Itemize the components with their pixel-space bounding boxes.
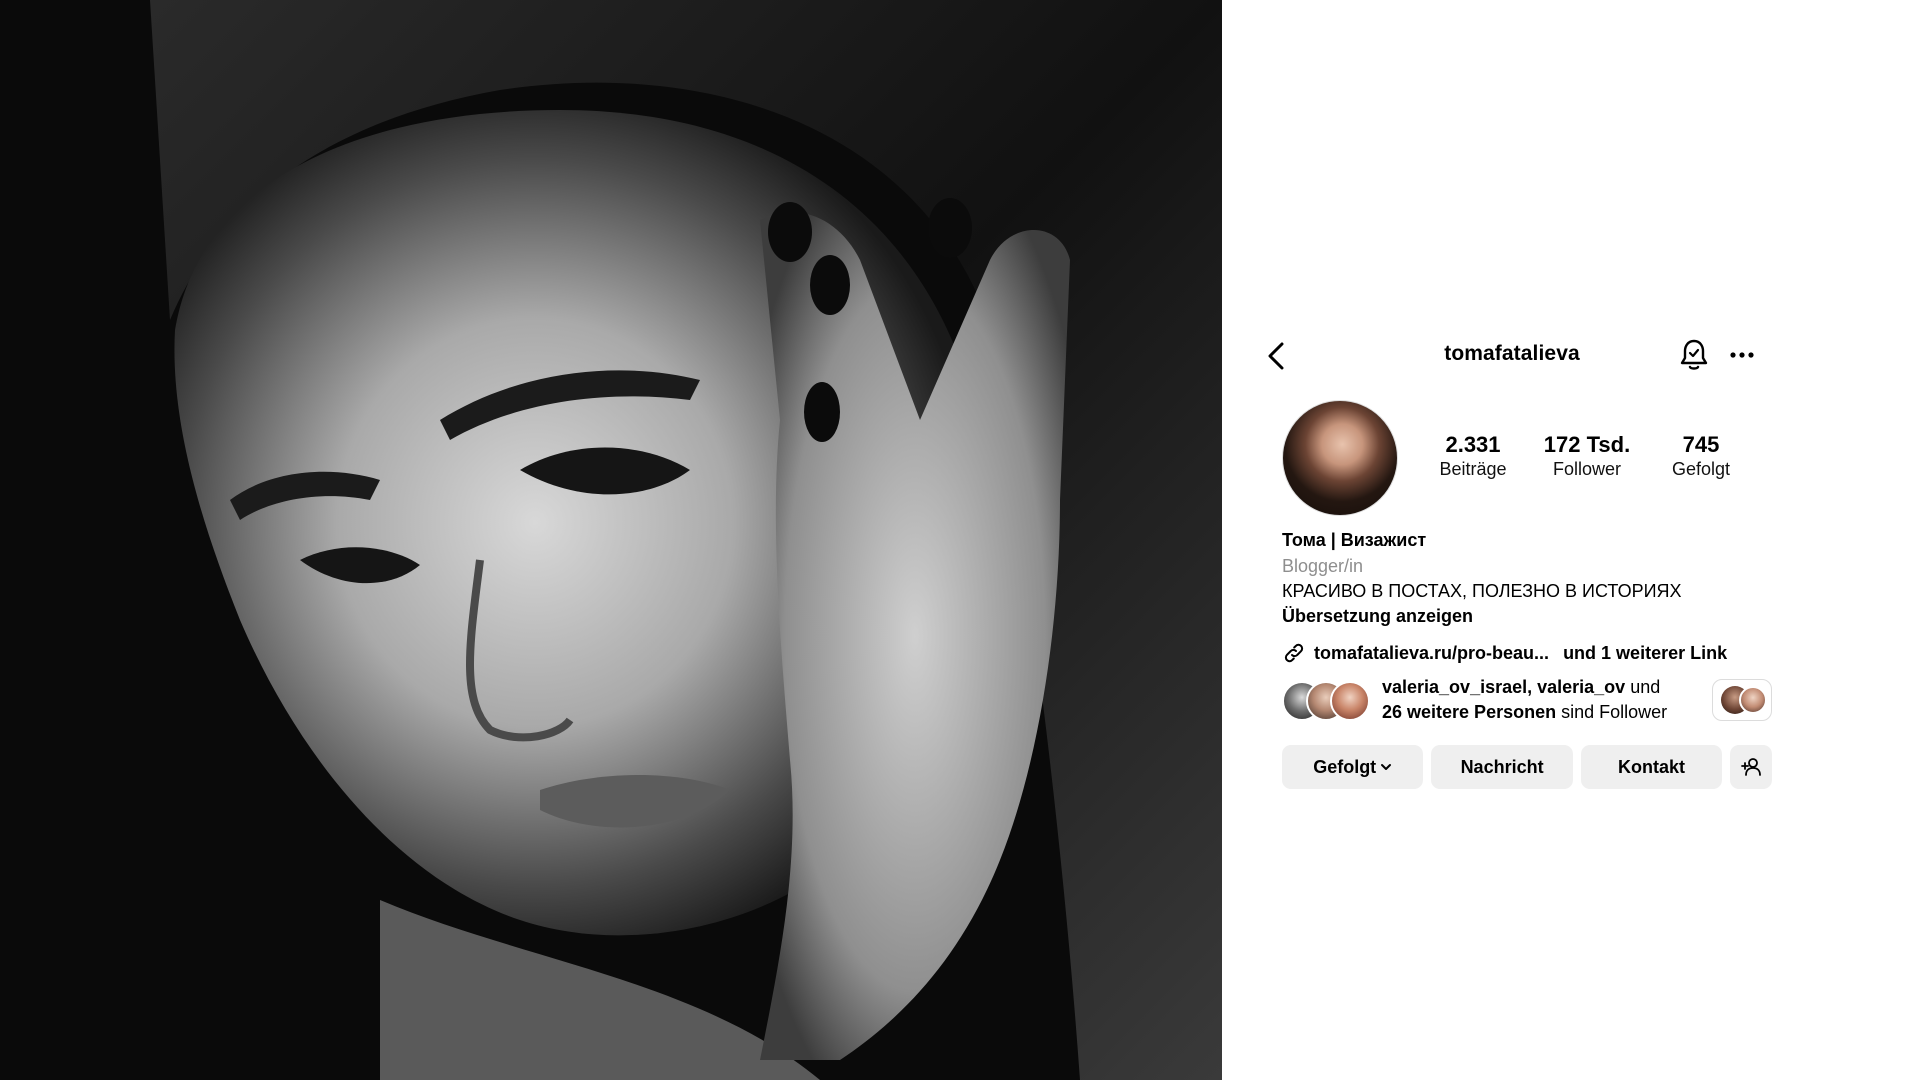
suggested-avatar (1739, 686, 1767, 714)
bio-text: КРАСИВО В ПОСТАХ, ПОЛЕЗНО В ИСТОРИЯХ (1282, 581, 1682, 601)
link-icon (1284, 643, 1304, 663)
followed-by[interactable]: valeria_ov_israel, valeria_ov und 26 wei… (1282, 675, 1782, 725)
profile-stats: 2.331 Beiträge 172 Tsd. Follower 745 Gef… (1434, 432, 1740, 486)
following-button[interactable]: Gefolgt (1282, 745, 1424, 789)
profile-bio: Тома | Визажист Blogger/in КРАСИВО В ПОС… (1282, 528, 1842, 629)
stat-following[interactable]: 745 Gefolgt (1662, 432, 1740, 486)
bio-name: Тома | Визажист (1282, 530, 1427, 550)
following-label: Gefolgt (1313, 756, 1377, 777)
stat-value: 2.331 (1445, 432, 1501, 457)
followed-by-suffix: sind Follower (1561, 702, 1668, 722)
contact-button[interactable]: Kontakt (1580, 745, 1723, 789)
stat-posts[interactable]: 2.331 Beiträge (1434, 432, 1512, 486)
profile-header: tomafatalieva (1262, 336, 1762, 376)
stat-label: Follower (1552, 459, 1621, 479)
follower-avatar (1330, 681, 1370, 721)
link-more: und 1 weiterer Link (1563, 642, 1728, 663)
profile-post-photo (0, 0, 1222, 1080)
stat-label: Gefolgt (1671, 459, 1730, 479)
chevron-down-icon (1381, 764, 1392, 770)
followed-by-count: 26 weitere Personen (1382, 702, 1557, 722)
stat-value: 172 Tsd. (1543, 432, 1631, 457)
translate-link[interactable]: Übersetzung anzeigen (1282, 604, 1842, 629)
followed-by-names: valeria_ov_israel, valeria_ov (1382, 677, 1626, 697)
profile-avatar[interactable] (1282, 400, 1398, 516)
bio-category: Blogger/in (1282, 556, 1364, 576)
contact-label: Kontakt (1617, 756, 1685, 777)
more-options-button[interactable] (1726, 344, 1758, 366)
bell-icon (1680, 339, 1708, 370)
notifications-button[interactable] (1678, 338, 1710, 372)
ellipsis-icon (1730, 352, 1754, 358)
stat-followers[interactable]: 172 Tsd. Follower (1544, 432, 1630, 486)
follower-avatars (1282, 681, 1372, 721)
followed-by-text: valeria_ov_israel, valeria_ov und 26 wei… (1382, 675, 1712, 725)
suggest-people-button[interactable] (1730, 745, 1772, 789)
profile-panel: tomafatalieva 2.331 Beiträge 172 Tsd. Fo… (1222, 0, 1920, 1080)
link-url: tomafatalieva.ru/pro-beau... (1314, 642, 1550, 663)
stat-value: 745 (1682, 432, 1720, 457)
message-label: Nachricht (1460, 756, 1544, 777)
followed-by-and: und (1630, 677, 1661, 697)
bio-link[interactable]: tomafatalieva.ru/pro-beau... und 1 weite… (1282, 640, 1842, 666)
message-button[interactable]: Nachricht (1431, 745, 1573, 789)
profile-actions: Gefolgt Nachricht Kontakt (1282, 745, 1772, 789)
add-person-icon (1741, 758, 1761, 776)
suggested-accounts-button[interactable] (1712, 679, 1772, 721)
portrait-illustration (0, 0, 1222, 1080)
stat-label: Beiträge (1439, 459, 1507, 479)
